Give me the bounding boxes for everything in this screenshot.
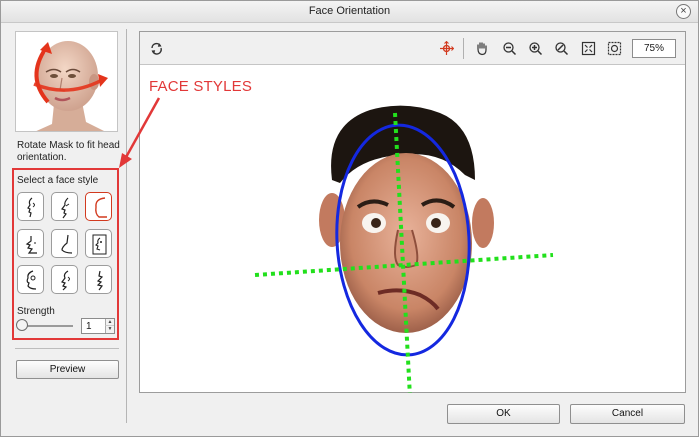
- ok-button[interactable]: OK: [447, 404, 560, 424]
- spin-up-icon[interactable]: ▲: [105, 319, 114, 326]
- reset-icon[interactable]: [149, 41, 164, 56]
- face-style-button-8[interactable]: [51, 265, 78, 294]
- fit-view-icon[interactable]: [581, 41, 596, 56]
- toolbar-separator: [463, 38, 464, 59]
- panel-divider: [126, 29, 127, 423]
- face-style-button-4[interactable]: [17, 229, 44, 258]
- strength-slider-thumb[interactable]: [16, 319, 28, 331]
- face-profile-style-9-icon: [96, 270, 104, 291]
- pan-hand-icon[interactable]: [474, 41, 489, 56]
- zoom-out-icon[interactable]: [502, 41, 517, 56]
- face-style-button-9[interactable]: [85, 265, 112, 294]
- zoom-reset-icon[interactable]: [554, 41, 569, 56]
- title-bar: Face Orientation ×: [1, 1, 698, 23]
- face-style-button-1[interactable]: [17, 192, 44, 221]
- face-profile-style-7-icon: [26, 270, 37, 290]
- face-style-label: Select a face style: [17, 175, 99, 186]
- strength-spinbox[interactable]: 1 ▲ ▼: [81, 318, 115, 334]
- face-profile-style-3-icon: [95, 197, 107, 218]
- close-button[interactable]: ×: [676, 4, 691, 19]
- actual-size-icon[interactable]: [607, 41, 622, 56]
- dialog-title: Face Orientation: [308, 5, 391, 17]
- face-profile-style-2-icon: [61, 197, 70, 219]
- zoom-in-icon[interactable]: [528, 41, 543, 56]
- annotation-arrow-icon: [119, 97, 161, 168]
- face-style-button-7[interactable]: [17, 265, 44, 294]
- face-style-button-2[interactable]: [51, 192, 78, 221]
- spin-down-icon[interactable]: ▼: [105, 326, 114, 333]
- move-pivot-icon[interactable]: [439, 41, 454, 56]
- face-orientation-dialog: Face Orientation × Rotate Mask to fit he…: [0, 0, 699, 437]
- face-profile-style-4-icon: [25, 236, 37, 254]
- zoom-level-field[interactable]: 75%: [632, 39, 676, 58]
- face-style-button-6[interactable]: [85, 229, 112, 258]
- cancel-button[interactable]: Cancel: [570, 404, 685, 424]
- face-style-button-5[interactable]: [51, 229, 78, 258]
- strength-label: Strength: [17, 306, 55, 317]
- head-rotation-thumbnail: [15, 31, 118, 132]
- rotate-head-icon: [16, 32, 117, 131]
- left-panel-separator: [15, 348, 119, 349]
- face-style-button-3[interactable]: [85, 192, 112, 221]
- strength-slider-track[interactable]: [21, 325, 73, 327]
- face-profile-style-6-icon: [92, 234, 107, 255]
- face-photo-with-mask: [254, 105, 554, 398]
- face-profile-style-1-icon: [27, 197, 35, 218]
- face-profile-style-8-icon: [61, 270, 70, 291]
- face-profile-style-5-icon: [61, 234, 73, 254]
- preview-button[interactable]: Preview: [16, 360, 119, 379]
- face-mask-canvas[interactable]: [140, 64, 685, 398]
- strength-value[interactable]: 1: [86, 321, 92, 332]
- viewport-toolbar: 75%: [140, 32, 685, 64]
